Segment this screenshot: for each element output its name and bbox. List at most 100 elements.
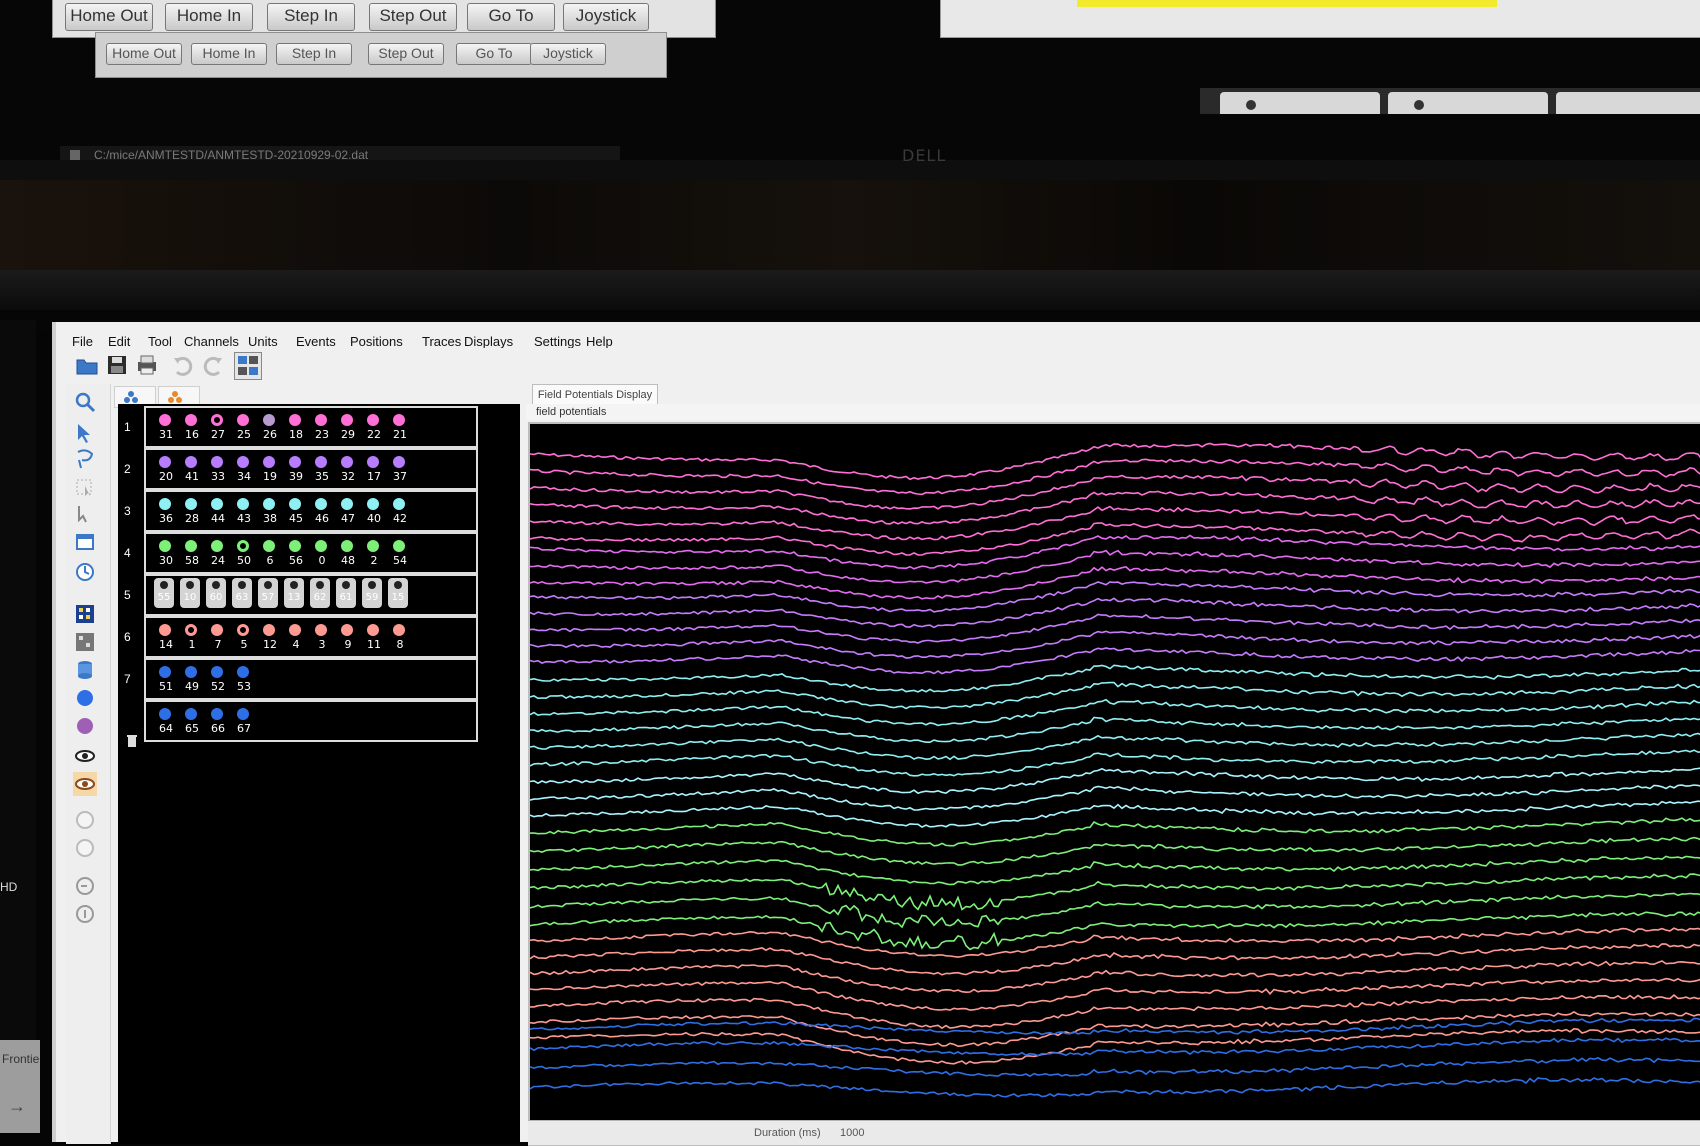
unit-20[interactable]: 20	[154, 454, 176, 488]
upper-browser-tab[interactable]	[1388, 92, 1548, 114]
undo-icon[interactable]	[170, 352, 196, 378]
unit-4[interactable]: 4	[284, 622, 306, 656]
field-potentials-plot[interactable]	[528, 422, 1700, 1146]
unit-7[interactable]: 7	[206, 622, 228, 656]
database-icon[interactable]	[73, 658, 97, 682]
unit-3[interactable]: 3	[310, 622, 332, 656]
grid-color-icon[interactable]	[73, 602, 97, 626]
trash-icon[interactable]	[126, 734, 138, 748]
unit-42[interactable]: 42	[388, 496, 410, 530]
unit-1[interactable]: 1	[180, 622, 202, 656]
calendar-icon[interactable]	[73, 530, 97, 554]
upper-browser-tab[interactable]	[1220, 92, 1380, 114]
unit-65[interactable]: 65	[180, 706, 202, 740]
unit-10[interactable]: 10	[180, 578, 200, 608]
menu-traces[interactable]: Traces	[422, 334, 461, 349]
purple-ball-icon[interactable]	[73, 714, 97, 738]
duration-value[interactable]: 1000	[840, 1127, 864, 1139]
grid-gray-icon[interactable]	[73, 630, 97, 654]
unit-39[interactable]: 39	[284, 454, 306, 488]
menu-tool[interactable]: Tool	[148, 334, 172, 349]
unit-27[interactable]: 27	[206, 412, 228, 446]
top-joystick-button[interactable]: Joystick	[563, 3, 649, 31]
menu-edit[interactable]: Edit	[108, 334, 130, 349]
select-icon[interactable]	[73, 420, 97, 444]
unit-5[interactable]: 5	[232, 622, 254, 656]
unit-16[interactable]: 16	[180, 412, 202, 446]
top-joystick-button-back[interactable]: Joystick	[530, 43, 606, 65]
menu-units[interactable]: Units	[248, 334, 278, 349]
menu-channels[interactable]: Channels	[184, 334, 239, 349]
menu-events[interactable]: Events	[296, 334, 336, 349]
unit-38[interactable]: 38	[258, 496, 280, 530]
menu-help[interactable]: Help	[586, 334, 613, 349]
unit-8[interactable]: 8	[388, 622, 410, 656]
top-home-out-button-back[interactable]: Home Out	[106, 43, 182, 65]
print-icon[interactable]	[134, 352, 160, 378]
unit-14[interactable]: 14	[154, 622, 176, 656]
unit-9[interactable]: 9	[336, 622, 358, 656]
unit-64[interactable]: 64	[154, 706, 176, 740]
unit-49[interactable]: 49	[180, 664, 202, 698]
open-icon[interactable]	[74, 352, 100, 378]
unit-56[interactable]: 56	[284, 538, 306, 572]
unit-30[interactable]: 30	[154, 538, 176, 572]
unit-62[interactable]: 62	[310, 578, 330, 608]
top-step-out-button-back[interactable]: Step Out	[368, 43, 444, 65]
zoom-icon[interactable]	[73, 390, 97, 414]
eye-icon[interactable]	[73, 744, 97, 768]
unit-55[interactable]: 55	[154, 578, 174, 608]
unit-50[interactable]: 50	[232, 538, 254, 572]
unit-6[interactable]: 6	[258, 538, 280, 572]
unit-12[interactable]: 12	[258, 622, 280, 656]
layout-icon[interactable]	[234, 352, 262, 380]
arrow-right-icon[interactable]: →	[8, 1096, 26, 1117]
unit-25[interactable]: 25	[232, 412, 254, 446]
unit-2[interactable]: 2	[362, 538, 384, 572]
unit-47[interactable]: 47	[336, 496, 358, 530]
unit-45[interactable]: 45	[284, 496, 306, 530]
unit-58[interactable]: 58	[180, 538, 202, 572]
menu-displays[interactable]: Displays	[464, 334, 513, 349]
unit-67[interactable]: 67	[232, 706, 254, 740]
unit-60[interactable]: 60	[206, 578, 226, 608]
menu-settings[interactable]: Settings	[534, 334, 581, 349]
save-icon[interactable]	[104, 352, 130, 378]
lasso-icon[interactable]	[73, 446, 97, 470]
top-step-out-button[interactable]: Step Out	[369, 3, 457, 31]
top-home-in-button-back[interactable]: Home In	[191, 43, 267, 65]
cut-icon[interactable]	[73, 502, 97, 526]
unit-23[interactable]: 23	[310, 412, 332, 446]
unit-24[interactable]: 24	[206, 538, 228, 572]
box-select-icon[interactable]	[73, 476, 97, 500]
top-home-out-button[interactable]: Home Out	[65, 3, 153, 31]
unit-52[interactable]: 52	[206, 664, 228, 698]
circle-4-icon[interactable]	[73, 902, 97, 926]
unit-63[interactable]: 63	[232, 578, 252, 608]
unit-44[interactable]: 44	[206, 496, 228, 530]
unit-11[interactable]: 11	[362, 622, 384, 656]
unit-48[interactable]: 48	[336, 538, 358, 572]
unit-54[interactable]: 54	[388, 538, 410, 572]
unit-51[interactable]: 51	[154, 664, 176, 698]
unit-36[interactable]: 36	[154, 496, 176, 530]
circle-1-icon[interactable]	[73, 808, 97, 832]
redo-icon[interactable]	[200, 352, 226, 378]
unit-22[interactable]: 22	[362, 412, 384, 446]
unit-0[interactable]: 0	[310, 538, 332, 572]
frontier-window[interactable]: Frontie →	[0, 1040, 40, 1133]
unit-43[interactable]: 43	[232, 496, 254, 530]
unit-40[interactable]: 40	[362, 496, 384, 530]
unit-35[interactable]: 35	[310, 454, 332, 488]
upper-browser-tab[interactable]	[1556, 92, 1700, 114]
unit-15[interactable]: 15	[388, 578, 408, 608]
circle-3-icon[interactable]	[73, 874, 97, 898]
unit-66[interactable]: 66	[206, 706, 228, 740]
unit-37[interactable]: 37	[388, 454, 410, 488]
unit-61[interactable]: 61	[336, 578, 356, 608]
unit-19[interactable]: 19	[258, 454, 280, 488]
tab-field-potentials-display[interactable]: Field Potentials Display	[532, 384, 658, 405]
unit-28[interactable]: 28	[180, 496, 202, 530]
menu-positions[interactable]: Positions	[350, 334, 403, 349]
eye-highlight-icon[interactable]	[73, 772, 97, 796]
